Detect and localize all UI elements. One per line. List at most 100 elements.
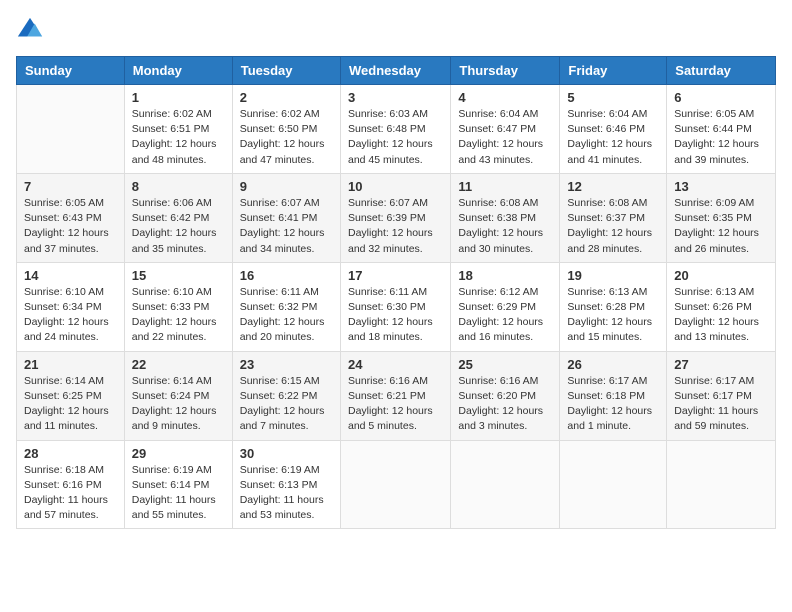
day-info: Sunrise: 6:10 AM Sunset: 6:33 PM Dayligh… (132, 285, 225, 346)
calendar-cell: 12Sunrise: 6:08 AM Sunset: 6:37 PM Dayli… (560, 173, 667, 262)
calendar-cell (340, 440, 450, 529)
day-number: 4 (458, 90, 552, 105)
calendar-cell: 14 Sunrise: 6:10 AM Sunset: 6:34 PM Dayli… (17, 262, 125, 351)
day-info: Sunrise: 6:13 AM Sunset: 6:26 PM Dayligh… (674, 285, 768, 346)
calendar-cell (667, 440, 776, 529)
day-info: Sunrise: 6:08 AM Sunset: 6:38 PM Dayligh… (458, 196, 552, 257)
calendar-cell: 9Sunrise: 6:07 AM Sunset: 6:41 PM Daylig… (232, 173, 340, 262)
calendar-cell: 10 Sunrise: 6:07 AM Sunset: 6:39 PM Dayli… (340, 173, 450, 262)
calendar-cell: 7 Sunrise: 6:05 AM Sunset: 6:43 PM Daylig… (17, 173, 125, 262)
calendar-cell: 29Sunrise: 6:19 AM Sunset: 6:14 PM Dayli… (124, 440, 232, 529)
day-info: Sunrise: 6:04 AM Sunset: 6:46 PM Dayligh… (567, 107, 659, 168)
calendar-cell: 23 Sunrise: 6:15 AM Sunset: 6:22 PM Dayli… (232, 351, 340, 440)
calendar-cell: 28 Sunrise: 6:18 AM Sunset: 6:16 PM Dayli… (17, 440, 125, 529)
day-info: Sunrise: 6:19 AM Sunset: 6:13 PM Dayligh… (240, 463, 333, 524)
calendar-cell: 18 Sunrise: 6:12 AM Sunset: 6:29 PM Dayli… (451, 262, 560, 351)
day-number: 7 (24, 179, 117, 194)
calendar-cell: 30 Sunrise: 6:19 AM Sunset: 6:13 PM Dayli… (232, 440, 340, 529)
day-info: Sunrise: 6:16 AM Sunset: 6:20 PM Dayligh… (458, 374, 552, 435)
calendar-week-row: 28 Sunrise: 6:18 AM Sunset: 6:16 PM Dayli… (17, 440, 776, 529)
day-number: 15 (132, 268, 225, 283)
calendar-cell: 2 Sunrise: 6:02 AM Sunset: 6:50 PM Daylig… (232, 85, 340, 174)
calendar-header-sunday: Sunday (17, 57, 125, 85)
day-info: Sunrise: 6:11 AM Sunset: 6:30 PM Dayligh… (348, 285, 443, 346)
calendar-cell: 3Sunrise: 6:03 AM Sunset: 6:48 PM Daylig… (340, 85, 450, 174)
day-number: 11 (458, 179, 552, 194)
day-info: Sunrise: 6:14 AM Sunset: 6:24 PM Dayligh… (132, 374, 225, 435)
day-number: 24 (348, 357, 443, 372)
day-number: 16 (240, 268, 333, 283)
day-info: Sunrise: 6:11 AM Sunset: 6:32 PM Dayligh… (240, 285, 333, 346)
day-number: 26 (567, 357, 659, 372)
calendar-table: SundayMondayTuesdayWednesdayThursdayFrid… (16, 56, 776, 529)
day-number: 10 (348, 179, 443, 194)
calendar-week-row: 14 Sunrise: 6:10 AM Sunset: 6:34 PM Dayli… (17, 262, 776, 351)
day-number: 19 (567, 268, 659, 283)
day-number: 6 (674, 90, 768, 105)
day-info: Sunrise: 6:10 AM Sunset: 6:34 PM Dayligh… (24, 285, 117, 346)
calendar-header-tuesday: Tuesday (232, 57, 340, 85)
day-info: Sunrise: 6:18 AM Sunset: 6:16 PM Dayligh… (24, 463, 117, 524)
day-info: Sunrise: 6:07 AM Sunset: 6:41 PM Dayligh… (240, 196, 333, 257)
calendar-cell: 19Sunrise: 6:13 AM Sunset: 6:28 PM Dayli… (560, 262, 667, 351)
day-number: 17 (348, 268, 443, 283)
calendar-cell: 26 Sunrise: 6:17 AM Sunset: 6:18 PM Dayli… (560, 351, 667, 440)
day-number: 5 (567, 90, 659, 105)
calendar-cell: 1 Sunrise: 6:02 AM Sunset: 6:51 PM Daylig… (124, 85, 232, 174)
calendar-cell: 15 Sunrise: 6:10 AM Sunset: 6:33 PM Dayli… (124, 262, 232, 351)
calendar-cell: 21Sunrise: 6:14 AM Sunset: 6:25 PM Dayli… (17, 351, 125, 440)
day-info: Sunrise: 6:12 AM Sunset: 6:29 PM Dayligh… (458, 285, 552, 346)
day-number: 30 (240, 446, 333, 461)
day-info: Sunrise: 6:17 AM Sunset: 6:18 PM Dayligh… (567, 374, 659, 435)
calendar-cell: 24 Sunrise: 6:16 AM Sunset: 6:21 PM Dayli… (340, 351, 450, 440)
calendar-week-row: 1 Sunrise: 6:02 AM Sunset: 6:51 PM Daylig… (17, 85, 776, 174)
calendar-cell: 13Sunrise: 6:09 AM Sunset: 6:35 PM Dayli… (667, 173, 776, 262)
day-number: 1 (132, 90, 225, 105)
day-info: Sunrise: 6:16 AM Sunset: 6:21 PM Dayligh… (348, 374, 443, 435)
page-header (16, 16, 776, 44)
day-number: 22 (132, 357, 225, 372)
calendar-cell (560, 440, 667, 529)
calendar-cell (17, 85, 125, 174)
calendar-header-monday: Monday (124, 57, 232, 85)
day-number: 14 (24, 268, 117, 283)
logo (16, 16, 48, 44)
day-info: Sunrise: 6:15 AM Sunset: 6:22 PM Dayligh… (240, 374, 333, 435)
day-number: 29 (132, 446, 225, 461)
calendar-cell: 25 Sunrise: 6:16 AM Sunset: 6:20 PM Dayli… (451, 351, 560, 440)
calendar-cell: 17 Sunrise: 6:11 AM Sunset: 6:30 PM Dayli… (340, 262, 450, 351)
calendar-cell: 8 Sunrise: 6:06 AM Sunset: 6:42 PM Daylig… (124, 173, 232, 262)
day-info: Sunrise: 6:05 AM Sunset: 6:44 PM Dayligh… (674, 107, 768, 168)
calendar-cell: 20 Sunrise: 6:13 AM Sunset: 6:26 PM Dayli… (667, 262, 776, 351)
day-number: 25 (458, 357, 552, 372)
calendar-cell: 22 Sunrise: 6:14 AM Sunset: 6:24 PM Dayli… (124, 351, 232, 440)
day-number: 2 (240, 90, 333, 105)
calendar-header-friday: Friday (560, 57, 667, 85)
day-number: 28 (24, 446, 117, 461)
calendar-week-row: 7 Sunrise: 6:05 AM Sunset: 6:43 PM Daylig… (17, 173, 776, 262)
calendar-cell: 11 Sunrise: 6:08 AM Sunset: 6:38 PM Dayli… (451, 173, 560, 262)
day-info: Sunrise: 6:04 AM Sunset: 6:47 PM Dayligh… (458, 107, 552, 168)
calendar-cell: 16 Sunrise: 6:11 AM Sunset: 6:32 PM Dayli… (232, 262, 340, 351)
calendar-cell: 5 Sunrise: 6:04 AM Sunset: 6:46 PM Daylig… (560, 85, 667, 174)
day-info: Sunrise: 6:17 AM Sunset: 6:17 PM Dayligh… (674, 374, 768, 435)
day-info: Sunrise: 6:03 AM Sunset: 6:48 PM Dayligh… (348, 107, 443, 168)
day-number: 23 (240, 357, 333, 372)
day-number: 18 (458, 268, 552, 283)
day-info: Sunrise: 6:14 AM Sunset: 6:25 PM Dayligh… (24, 374, 117, 435)
day-info: Sunrise: 6:02 AM Sunset: 6:50 PM Dayligh… (240, 107, 333, 168)
day-number: 20 (674, 268, 768, 283)
day-number: 27 (674, 357, 768, 372)
calendar-cell: 4 Sunrise: 6:04 AM Sunset: 6:47 PM Daylig… (451, 85, 560, 174)
day-info: Sunrise: 6:06 AM Sunset: 6:42 PM Dayligh… (132, 196, 225, 257)
calendar-cell: 27 Sunrise: 6:17 AM Sunset: 6:17 PM Dayli… (667, 351, 776, 440)
day-info: Sunrise: 6:02 AM Sunset: 6:51 PM Dayligh… (132, 107, 225, 168)
day-info: Sunrise: 6:07 AM Sunset: 6:39 PM Dayligh… (348, 196, 443, 257)
logo-icon (16, 16, 44, 44)
calendar-header-row: SundayMondayTuesdayWednesdayThursdayFrid… (17, 57, 776, 85)
day-info: Sunrise: 6:05 AM Sunset: 6:43 PM Dayligh… (24, 196, 117, 257)
day-number: 8 (132, 179, 225, 194)
calendar-header-thursday: Thursday (451, 57, 560, 85)
calendar-week-row: 21Sunrise: 6:14 AM Sunset: 6:25 PM Dayli… (17, 351, 776, 440)
calendar-cell: 6 Sunrise: 6:05 AM Sunset: 6:44 PM Daylig… (667, 85, 776, 174)
